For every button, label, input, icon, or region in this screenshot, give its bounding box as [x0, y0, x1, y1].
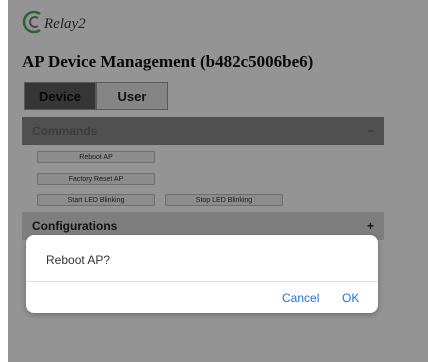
ok-button[interactable]: OK — [342, 291, 359, 305]
confirm-dialog: Reboot AP? Cancel OK — [26, 235, 378, 313]
dialog-divider — [26, 281, 378, 282]
cancel-button[interactable]: Cancel — [282, 291, 319, 305]
dialog-message: Reboot AP? — [46, 253, 111, 267]
